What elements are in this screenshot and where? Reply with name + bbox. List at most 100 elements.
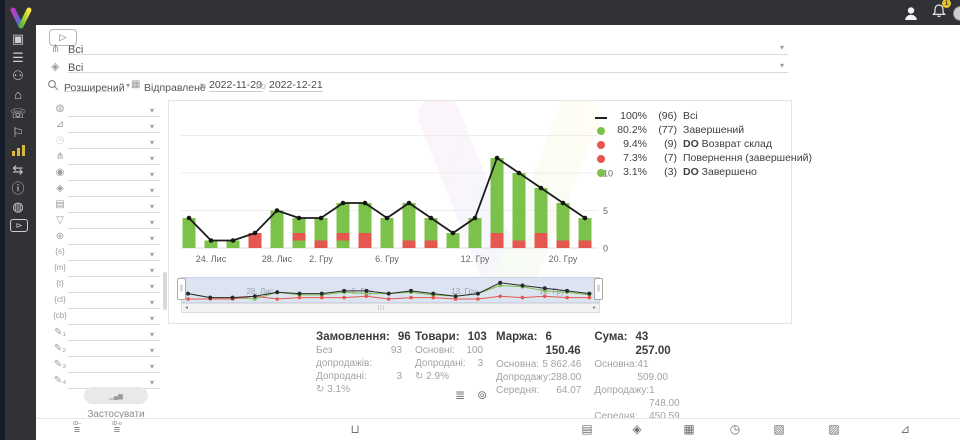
utm-campaign-filter-select[interactable]: ▾ — [68, 312, 160, 325]
payment-filter-select[interactable]: ▾ — [68, 200, 160, 213]
scroll-left-arrow[interactable]: ◂ — [182, 304, 191, 312]
notifications-bell-icon[interactable]: 1 — [932, 3, 946, 23]
bar-segment[interactable] — [557, 241, 570, 249]
warehouse-icon[interactable]: ⌂ — [0, 88, 36, 102]
bar-segment[interactable] — [579, 218, 592, 241]
data-point[interactable] — [209, 238, 214, 243]
structure-tree-icon[interactable]: ⋔ — [955, 422, 960, 436]
integrations-icon[interactable]: ◍ — [0, 200, 36, 214]
custom-field-1-filter-select[interactable]: ▾ — [68, 328, 160, 341]
bar-segment[interactable] — [491, 233, 504, 248]
bar-segment[interactable] — [337, 233, 350, 241]
bar-segment[interactable] — [293, 241, 306, 249]
user-avatar-icon[interactable] — [904, 6, 918, 21]
data-point[interactable] — [253, 231, 258, 236]
bar-segment[interactable] — [469, 218, 482, 248]
data-point[interactable] — [363, 201, 368, 206]
bar-segment[interactable] — [513, 173, 526, 241]
navigator-svg[interactable]: 28. Лис6. Гру13. Гру19. Гру — [181, 277, 600, 303]
source-filter-select[interactable]: Всі ▾ — [68, 40, 788, 55]
bar-segment[interactable] — [513, 241, 526, 249]
data-point[interactable] — [583, 216, 588, 221]
product-filter-select[interactable]: ▾ — [68, 184, 160, 197]
navigator-left-handle[interactable]: ∥ — [177, 278, 186, 300]
data-point[interactable] — [539, 186, 544, 191]
data-point[interactable] — [187, 216, 192, 221]
date-type-select[interactable]: Відправлене ▾ — [144, 78, 200, 91]
orders-view-toggle[interactable]: ≣ — [455, 388, 465, 402]
dashboard-card-icon[interactable]: ▣ — [0, 32, 36, 46]
bar-segment[interactable] — [403, 203, 416, 241]
products-view-toggle[interactable]: ⊚ — [477, 388, 487, 402]
panel-scrollbar-thumb[interactable] — [163, 272, 167, 310]
data-point[interactable] — [319, 216, 324, 221]
package-icon[interactable]: ◈ — [628, 422, 646, 436]
utm-medium-filter-select[interactable]: ▾ — [68, 264, 160, 277]
data-point[interactable] — [473, 216, 478, 221]
utm-term-filter-select[interactable]: ▾ — [68, 280, 160, 293]
bar-segment[interactable] — [535, 188, 548, 233]
payment-money-icon[interactable]: ▤ — [578, 422, 596, 436]
search-mode-select[interactable]: Розширений ▾ — [64, 78, 122, 92]
bar-segment[interactable] — [293, 233, 306, 241]
customers-icon[interactable]: ⚇ — [0, 69, 36, 83]
bar-segment[interactable] — [337, 203, 350, 233]
basket-icon[interactable]: ⊔ — [346, 422, 364, 436]
product-filter-select[interactable]: Всі ▾ — [68, 58, 788, 73]
orders-list-icon[interactable]: ☰ — [0, 51, 36, 65]
ruler-icon[interactable]: ⊿ — [896, 422, 914, 436]
custom-field-2-filter-select[interactable]: ▾ — [68, 344, 160, 357]
id-status-list-icon[interactable]: ID-o≡ — [108, 422, 126, 435]
id-list-icon[interactable]: ID–≡ — [68, 422, 86, 435]
campaign-flag-icon[interactable]: ⚐ — [0, 126, 36, 140]
data-point[interactable] — [341, 201, 346, 206]
search-icon[interactable] — [47, 79, 59, 91]
chart-scrollbar[interactable]: ◂ ▸ ||| — [181, 303, 600, 313]
web-filter-select[interactable]: ▾ — [68, 232, 160, 245]
funnel-filter-select[interactable]: ▾ — [68, 216, 160, 229]
calendar-export-icon[interactable]: ▨ — [825, 422, 843, 436]
settings-sliders-icon[interactable]: ⇆ — [0, 163, 36, 177]
data-point[interactable] — [561, 201, 566, 206]
clock-icon[interactable]: ◷ — [726, 422, 744, 436]
bar-segment[interactable] — [315, 241, 328, 249]
bar-segment[interactable] — [381, 218, 394, 248]
app-logo-icon[interactable] — [8, 5, 34, 31]
utm-source-filter-select[interactable]: ▾ — [68, 248, 160, 261]
date-to-input[interactable]: 2022-12-21 — [269, 79, 323, 92]
bar-segment[interactable] — [425, 241, 438, 249]
bar-segment[interactable] — [315, 218, 328, 241]
bars[interactable] — [183, 158, 592, 248]
calendar-icon[interactable]: ▦ — [680, 422, 698, 436]
custom-field-3-filter-select[interactable]: ▾ — [68, 360, 160, 373]
time-filter-select[interactable]: ▾ — [68, 136, 160, 149]
data-point[interactable] — [429, 216, 434, 221]
bar-segment[interactable] — [337, 241, 350, 249]
data-point[interactable] — [495, 156, 500, 161]
apply-button[interactable]: ▁▄▆ Застосувати — [84, 387, 148, 404]
data-point[interactable] — [297, 216, 302, 221]
country-filter-select[interactable]: ▾ — [68, 104, 160, 117]
bar-segment[interactable] — [359, 203, 372, 233]
scroll-grip[interactable]: ||| — [378, 304, 385, 312]
bar-segment[interactable] — [359, 233, 372, 248]
date-from-input[interactable]: 2022-11-20 — [209, 79, 262, 92]
scroll-right-arrow[interactable]: ▸ — [590, 304, 599, 312]
bar-segment[interactable] — [403, 241, 416, 249]
navigator-right-handle[interactable]: ∥ — [594, 278, 603, 300]
bar-segment[interactable] — [535, 233, 548, 248]
data-point[interactable] — [517, 171, 522, 176]
data-point[interactable] — [451, 231, 456, 236]
analytics-icon[interactable] — [0, 144, 36, 159]
ruler-filter-select[interactable]: ▾ — [68, 120, 160, 133]
bar-segment[interactable] — [557, 203, 570, 241]
info-icon[interactable]: ⓘ — [0, 182, 36, 196]
data-point[interactable] — [231, 238, 236, 243]
bar-segment[interactable] — [579, 241, 592, 249]
data-point[interactable] — [407, 201, 412, 206]
data-point[interactable] — [275, 208, 280, 213]
utm-content-filter-select[interactable]: ▾ — [68, 296, 160, 309]
data-point[interactable] — [385, 216, 390, 221]
fingerprint-filter-select[interactable]: ▾ — [68, 168, 160, 181]
video-help-icon[interactable]: ⊳ — [10, 219, 28, 232]
